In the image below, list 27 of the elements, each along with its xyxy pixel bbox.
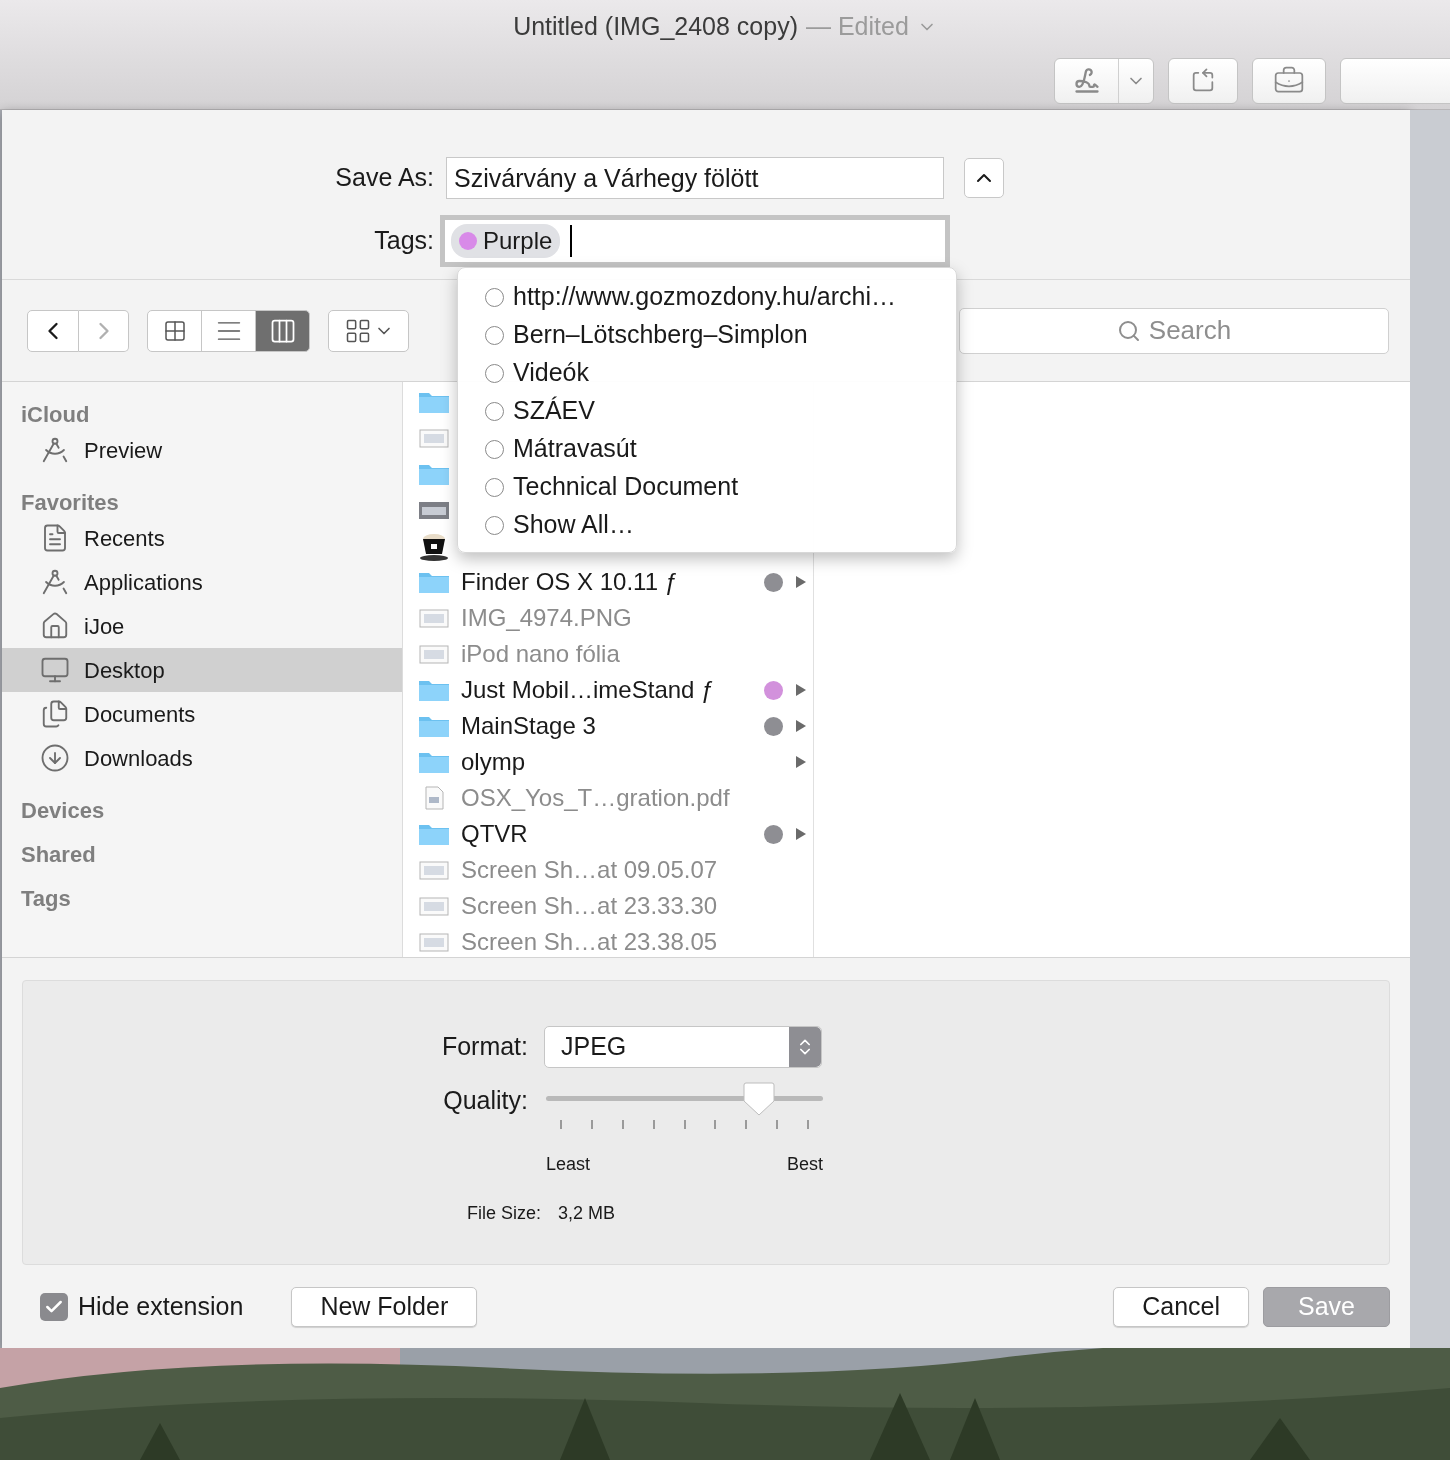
file-name: Screen Sh…at 09.05.07 — [461, 855, 718, 885]
sidebar-section-title: Shared — [20, 841, 97, 868]
sidebar-section-title: Favorites — [20, 489, 120, 516]
file-size-label: File Size: — [465, 1202, 541, 1225]
sidebar-section-title: iCloud — [20, 401, 91, 428]
file-name: OSX_Yos_T…gration.pdf — [461, 783, 730, 813]
file-size-value: 3,2 MB — [558, 1202, 616, 1225]
best-label: Best — [786, 1153, 823, 1176]
sidebar-section-title: Devices — [20, 797, 106, 824]
save-as-label: Save As: — [334, 162, 435, 194]
file-name: olymp — [461, 747, 526, 777]
file-name: Screen Sh…at 23.33.30 — [461, 891, 718, 921]
least-label: Least — [546, 1153, 591, 1176]
edited-status: — Edited — [806, 11, 909, 42]
file-name: IMG_4974.PNG — [461, 603, 632, 633]
hide-extension-label: Hide extension — [78, 1291, 244, 1323]
format-label: Format: — [440, 1031, 528, 1063]
window-title: Untitled (IMG_2408 copy) — [513, 11, 798, 42]
tags-label: Tags: — [373, 225, 435, 257]
file-name: Just Mobil…imeStand ƒ — [461, 675, 715, 705]
quality-label: Quality: — [442, 1085, 528, 1116]
file-name: MainStage 3 — [461, 711, 596, 741]
file-name: iPod nano fólia — [461, 639, 620, 669]
file-name: QTVR — [461, 819, 528, 849]
sidebar-section-title: Tags — [20, 885, 72, 912]
file-name: Screen Sh…at 23.38.05 — [461, 927, 718, 957]
file-name: Finder OS X 10.11 ƒ — [461, 567, 678, 597]
